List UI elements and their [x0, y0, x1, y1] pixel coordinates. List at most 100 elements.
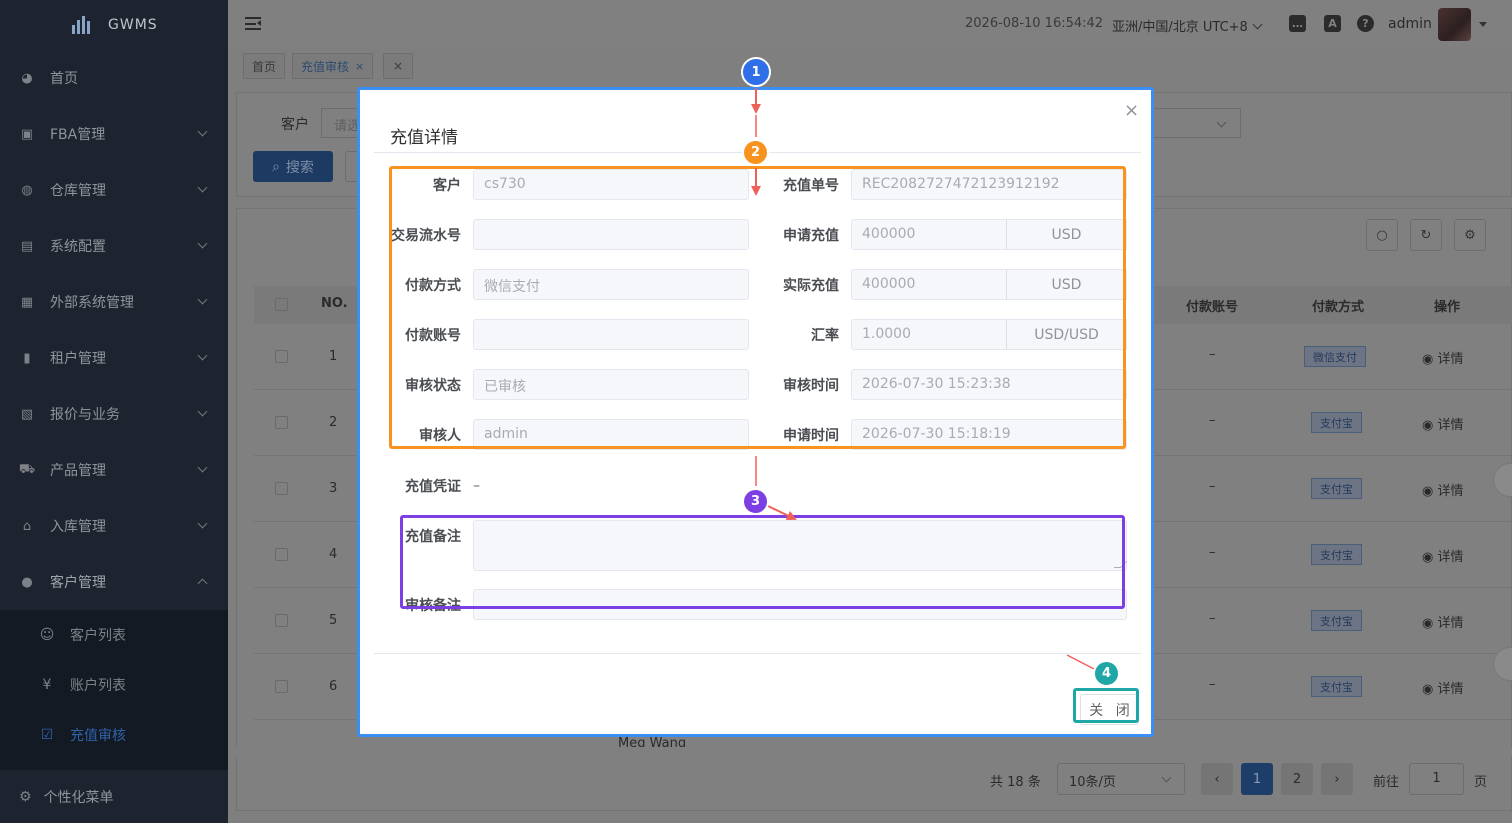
row-account: –	[1209, 347, 1216, 362]
column-header-account: 付款账号	[1186, 300, 1239, 315]
eye-icon: ◉	[1422, 484, 1438, 499]
step-badge-4: 4	[1093, 660, 1120, 687]
prev-page-button[interactable]: ‹	[1201, 763, 1233, 795]
check-square-icon: ☑	[40, 727, 54, 743]
row-checkbox[interactable]	[275, 350, 288, 363]
row-no: 5	[329, 613, 338, 628]
close-icon[interactable]: ×	[1124, 100, 1139, 121]
highlight-box-close	[1073, 688, 1139, 723]
detail-link[interactable]: ◉ 详情	[1422, 612, 1464, 631]
top-bar: 2026-08-10 16:54:42 亚洲/中国/北京 UTC+8 … A ?…	[228, 0, 1512, 48]
username[interactable]: admin	[1388, 16, 1432, 32]
goto-label: 前往	[1373, 775, 1400, 790]
refresh-button[interactable]: ↻	[1410, 219, 1442, 251]
sidebar-item-customer[interactable]: ● 客户管理	[0, 554, 228, 610]
sidebar-item-fba[interactable]: ▣ FBA管理	[0, 106, 228, 162]
sidebar-item-label: 客户管理	[50, 575, 106, 591]
tab-home[interactable]: 首页	[243, 53, 286, 79]
column-header-method: 付款方式	[1312, 300, 1365, 315]
page-size-select[interactable]: 10条/页	[1057, 763, 1185, 795]
row-checkbox[interactable]	[275, 548, 288, 561]
columns-setting-button[interactable]: ⚙	[1454, 219, 1486, 251]
sidebar-item-inbound[interactable]: ⌂ 入库管理	[0, 498, 228, 554]
filter-select[interactable]	[1150, 108, 1241, 138]
translate-icon[interactable]: A	[1324, 15, 1341, 32]
sidebar-item-product[interactable]: ⛟ 产品管理	[0, 442, 228, 498]
tab-label: 首页	[252, 59, 277, 74]
detail-link[interactable]: ◉ 详情	[1422, 546, 1464, 565]
sidebar-item-home[interactable]: ◕ 首页	[0, 50, 228, 106]
row-checkbox[interactable]	[275, 614, 288, 627]
config-icon: ▤	[20, 238, 34, 254]
home-icon: ⌂	[22, 518, 32, 534]
gear-icon: ⚙	[19, 789, 32, 805]
eye-icon: ◉	[1422, 352, 1438, 367]
detail-link[interactable]: ◉ 详情	[1422, 348, 1464, 367]
sidebar-item-label: 租户管理	[50, 351, 106, 367]
payment-method-tag: 支付宝	[1311, 610, 1362, 631]
chevron-left-icon: ‹	[1214, 771, 1220, 787]
logo-icon	[72, 16, 92, 34]
detail-label: 详情	[1437, 418, 1464, 433]
tab-recharge-audit[interactable]: 充值审核 ×	[292, 53, 374, 79]
sidebar-subitem-account-list[interactable]: ¥ 账户列表	[0, 660, 228, 710]
help-icon[interactable]: ?	[1357, 15, 1374, 32]
app-logo[interactable]: GWMS	[72, 14, 158, 36]
eye-icon: ◉	[1422, 682, 1438, 697]
sidebar-item-quote[interactable]: ▧ 报价与业务	[0, 386, 228, 442]
dialog-divider	[374, 653, 1141, 654]
highlight-box-remarks	[400, 515, 1125, 609]
payment-method-tag: 支付宝	[1311, 478, 1362, 499]
detail-label: 详情	[1437, 550, 1464, 565]
sidebar-item-tenant[interactable]: ▮ 租户管理	[0, 330, 228, 386]
row-no: 2	[329, 415, 338, 430]
voucher-value: –	[473, 478, 480, 494]
sidebar-subitem-customer-list[interactable]: ☺ 客户列表	[0, 610, 228, 660]
close-icon[interactable]: ×	[355, 60, 364, 73]
pagination-total: 共 18 条	[990, 775, 1041, 790]
page-2-button[interactable]: 2	[1281, 763, 1313, 795]
detail-link[interactable]: ◉ 详情	[1422, 414, 1464, 433]
sidebar-item-config[interactable]: ▤ 系统配置	[0, 218, 228, 274]
voucher-label: 充值凭证	[405, 479, 461, 495]
reset-button[interactable]	[345, 151, 357, 182]
chevron-up-icon	[197, 578, 208, 589]
dashboard-icon: ◕	[21, 70, 33, 86]
sidebar-item-label: 首页	[50, 71, 78, 87]
toggle-search-button[interactable]: ○	[1366, 219, 1398, 251]
chevron-down-icon	[197, 350, 208, 361]
sidebar-item-external[interactable]: ▦ 外部系统管理	[0, 274, 228, 330]
eye-icon: ◉	[1422, 616, 1438, 631]
custom-menu-button[interactable]: ⚙ 个性化菜单	[0, 772, 228, 822]
filter-customer-select[interactable]: 请选	[321, 108, 361, 138]
page-1-button[interactable]: 1	[1241, 763, 1273, 795]
sidebar-item-warehouse[interactable]: ◍ 仓库管理	[0, 162, 228, 218]
message-icon[interactable]: …	[1289, 15, 1306, 32]
detail-label: 详情	[1437, 352, 1464, 367]
caret-down-icon[interactable]	[1479, 22, 1487, 31]
sidebar-item-label: 客户列表	[70, 628, 126, 644]
sidebar-subitem-recharge-audit[interactable]: ☑ 充值审核	[0, 710, 228, 760]
next-page-button[interactable]: ›	[1321, 763, 1353, 795]
chevron-down-icon	[197, 126, 208, 137]
select-all-checkbox[interactable]	[275, 298, 288, 311]
row-checkbox[interactable]	[275, 416, 288, 429]
goto-page-input[interactable]: 1	[1409, 763, 1464, 795]
avatar[interactable]	[1438, 8, 1471, 41]
row-checkbox[interactable]	[275, 482, 288, 495]
timezone-selector[interactable]: 亚洲/中国/北京 UTC+8	[1112, 16, 1261, 35]
close-all-tabs-button[interactable]: ×	[383, 53, 413, 79]
row-no: 4	[329, 547, 338, 562]
row-checkbox[interactable]	[275, 680, 288, 693]
gear-icon: ⚙	[1464, 227, 1476, 243]
detail-link[interactable]: ◉ 详情	[1422, 480, 1464, 499]
page-suffix: 页	[1474, 775, 1488, 790]
menu-toggle-icon[interactable]	[245, 17, 261, 30]
cube-icon: ▣	[20, 126, 34, 142]
row-account: –	[1209, 677, 1216, 692]
search-button[interactable]: ⌕ 搜索	[253, 151, 333, 182]
detail-link[interactable]: ◉ 详情	[1422, 678, 1464, 697]
row-account: –	[1209, 479, 1216, 494]
search-icon: ○	[1376, 227, 1388, 243]
detail-label: 详情	[1437, 616, 1464, 631]
